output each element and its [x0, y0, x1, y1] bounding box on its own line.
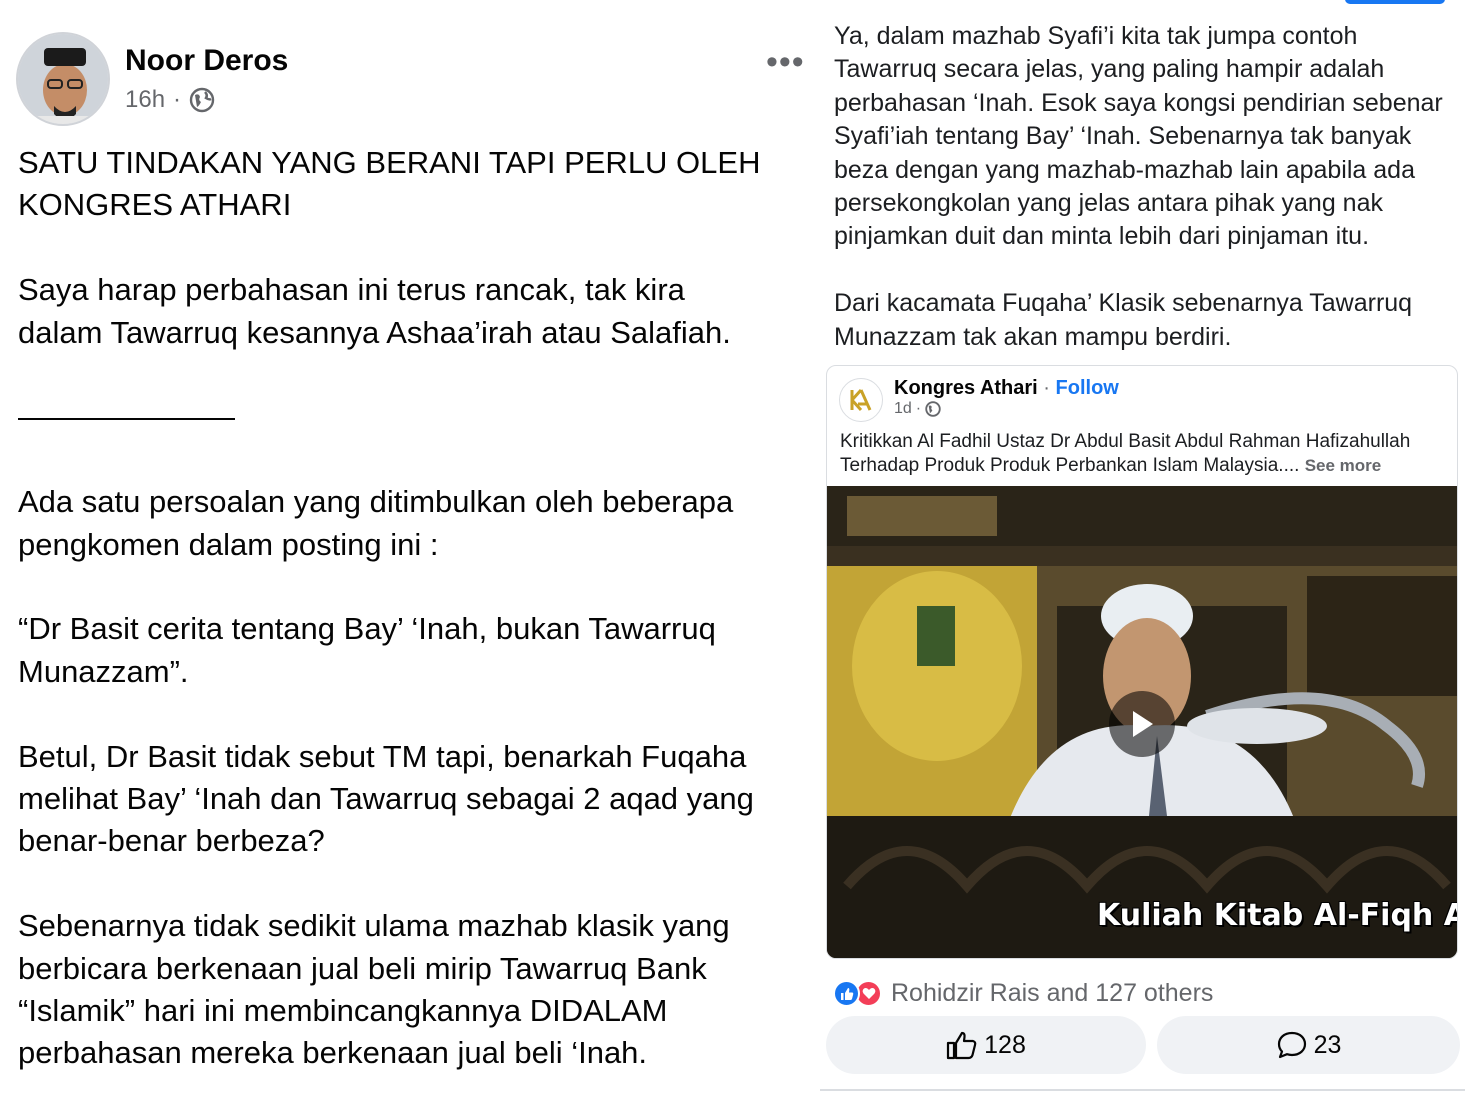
- more-icon[interactable]: •••: [766, 45, 805, 79]
- post-divider-text: ———————: [18, 399, 235, 435]
- meta-separator: ·: [173, 86, 182, 113]
- comment-icon: [1277, 1031, 1306, 1059]
- reactions-text[interactable]: Rohidzir Rais and 127 others: [891, 979, 1213, 1008]
- post-time[interactable]: 16h: [125, 86, 165, 114]
- header-dot: ·: [1037, 377, 1056, 399]
- continuation-body: Ya, dalam mazhab Syafi’i kita tak jumpa …: [834, 20, 1454, 387]
- globe-icon: [925, 401, 941, 417]
- thumbs-up-icon: [947, 1031, 977, 1060]
- post-paragraph: “Dr Basit cerita tentang Bay’ ‘Inah, buk…: [18, 611, 716, 689]
- video-player[interactable]: Kuliah Kitab Al-Fiqh Al-: [827, 486, 1458, 958]
- globe-icon: [189, 87, 215, 113]
- follow-link[interactable]: Follow: [1056, 377, 1119, 399]
- post-author[interactable]: Noor Deros: [125, 44, 288, 78]
- reactions-summary[interactable]: Rohidzir Rais and 127 others: [833, 978, 1213, 1008]
- shared-post-card[interactable]: Kongres Athari · Follow 1d · Kritikkan A…: [826, 365, 1458, 959]
- see-more-link[interactable]: See more: [1305, 456, 1382, 475]
- post-paragraph: Sebenarnya tidak sedikit ulama mazhab kl…: [18, 908, 730, 1071]
- like-button[interactable]: 128: [826, 1016, 1146, 1074]
- continuation-paragraph: Ya, dalam mazhab Syafi’i kita tak jumpa …: [834, 22, 1443, 251]
- kongres-logo-icon: [850, 388, 872, 412]
- reaction-icons: [833, 978, 885, 1008]
- shared-page-name[interactable]: Kongres Athari: [894, 377, 1038, 399]
- shared-meta: 1d ·: [894, 400, 941, 418]
- continuation-paragraph: Dari kacamata Fuqaha’ Klasik sebenarnya …: [834, 289, 1413, 351]
- post-meta: 16h ·: [125, 86, 215, 114]
- comment-count: 23: [1313, 1030, 1342, 1059]
- avatar[interactable]: [16, 32, 110, 126]
- post-paragraph: Betul, Dr Basit tidak sebut TM tapi, ben…: [18, 738, 754, 859]
- like-count: 128: [984, 1030, 1026, 1059]
- post-paragraph: SATU TINDAKAN YANG BERANI TAPI PERLU OLE…: [18, 145, 761, 223]
- shared-post-text: Kritikkan Al Fadhil Ustaz Dr Abdul Basit…: [840, 430, 1450, 477]
- shared-meta-separator: ·: [915, 400, 922, 417]
- bottom-divider: [820, 1089, 1465, 1091]
- play-icon[interactable]: [1109, 691, 1175, 757]
- video-caption: Kuliah Kitab Al-Fiqh Al-: [1097, 898, 1458, 933]
- top-accent-bar: [1345, 0, 1445, 4]
- post-body: SATU TINDAKAN YANG BERANI TAPI PERLU OLE…: [18, 142, 808, 1102]
- avatar-image: [18, 34, 108, 124]
- shared-page-header: Kongres Athari · Follow: [894, 377, 1119, 400]
- like-reaction-icon: [833, 980, 860, 1007]
- post-continuation: Ya, dalam mazhab Syafi’i kita tak jumpa …: [815, 0, 1465, 1102]
- post-paragraph: Saya harap perbahasan ini terus rancak, …: [18, 272, 731, 350]
- comment-button[interactable]: 23: [1157, 1016, 1460, 1074]
- post-paragraph: Ada satu persoalan yang ditimbulkan oleh…: [18, 484, 734, 562]
- shared-time[interactable]: 1d: [894, 400, 912, 418]
- main-post: Noor Deros 16h · ••• SATU TINDAKAN YANG …: [0, 0, 815, 1102]
- page-logo[interactable]: [839, 378, 883, 422]
